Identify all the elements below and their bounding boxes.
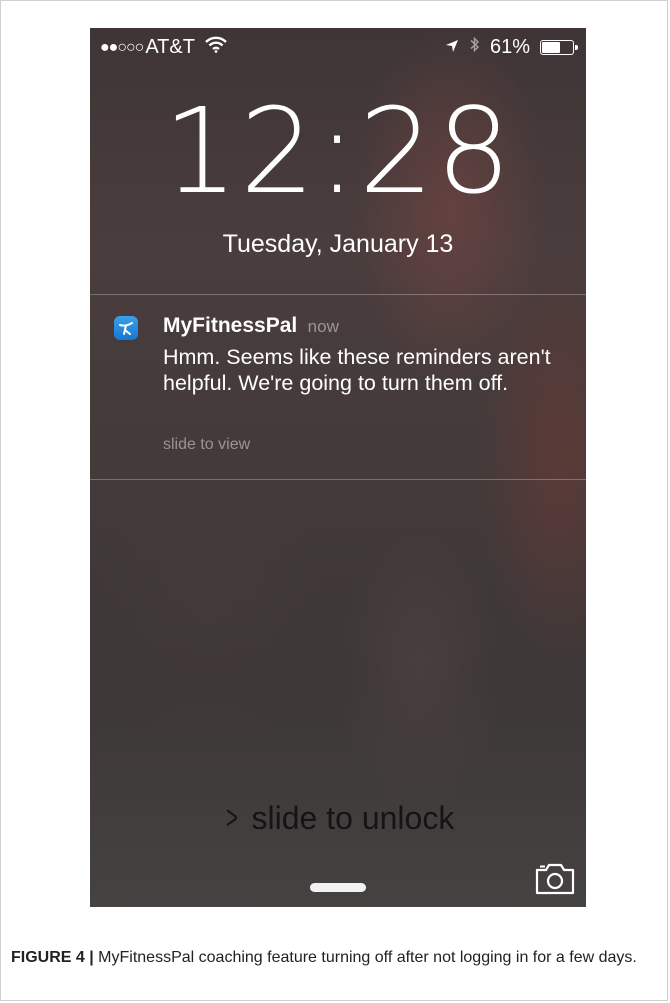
divider-bottom <box>90 479 586 480</box>
battery-percent: 61% <box>489 36 530 58</box>
right-status: 61% <box>445 36 578 59</box>
lock-date: Tuesday, January 13 <box>222 230 454 258</box>
notification-header: MyFitnessPal now <box>163 314 339 338</box>
lock-time: 12:28 <box>162 82 514 220</box>
figure-label: FIGURE 4 | <box>11 949 94 966</box>
carrier-info: ●●○○○ AT&T <box>100 36 227 59</box>
notification-time: now <box>307 317 339 336</box>
battery-level <box>542 42 560 53</box>
control-center-grabber[interactable] <box>310 883 366 892</box>
notification-app-name: MyFitnessPal <box>163 314 298 337</box>
wifi-icon <box>205 36 227 59</box>
slide-to-unlock[interactable]: > slide to unlock <box>90 799 586 838</box>
slide-to-unlock-label: slide to unlock <box>251 800 455 836</box>
signal-strength: ●●○○○ <box>100 38 144 56</box>
phone-lock-screen: ●●○○○ AT&T 61% 12:28 Tuesday, January 13… <box>90 28 586 907</box>
location-arrow-icon <box>445 36 459 59</box>
status-bar: ●●○○○ AT&T 61% <box>90 28 586 68</box>
divider-top <box>90 294 586 295</box>
battery-icon <box>540 40 578 55</box>
notification-message: Hmm. Seems like these reminders aren't h… <box>163 345 551 395</box>
figure-caption: FIGURE 4 | MyFitnessPal coaching feature… <box>11 946 661 969</box>
camera-icon[interactable] <box>534 862 576 901</box>
bluetooth-icon <box>469 36 480 59</box>
slide-to-view-hint: slide to view <box>163 436 251 453</box>
chevron-right-icon: > <box>225 799 238 837</box>
figure-caption-text: MyFitnessPal coaching feature turning of… <box>98 949 637 966</box>
figure-frame: ●●○○○ AT&T 61% 12:28 Tuesday, January 13… <box>0 0 668 1001</box>
carrier-name: AT&T <box>145 36 195 58</box>
myfitnesspal-app-icon <box>114 316 138 340</box>
